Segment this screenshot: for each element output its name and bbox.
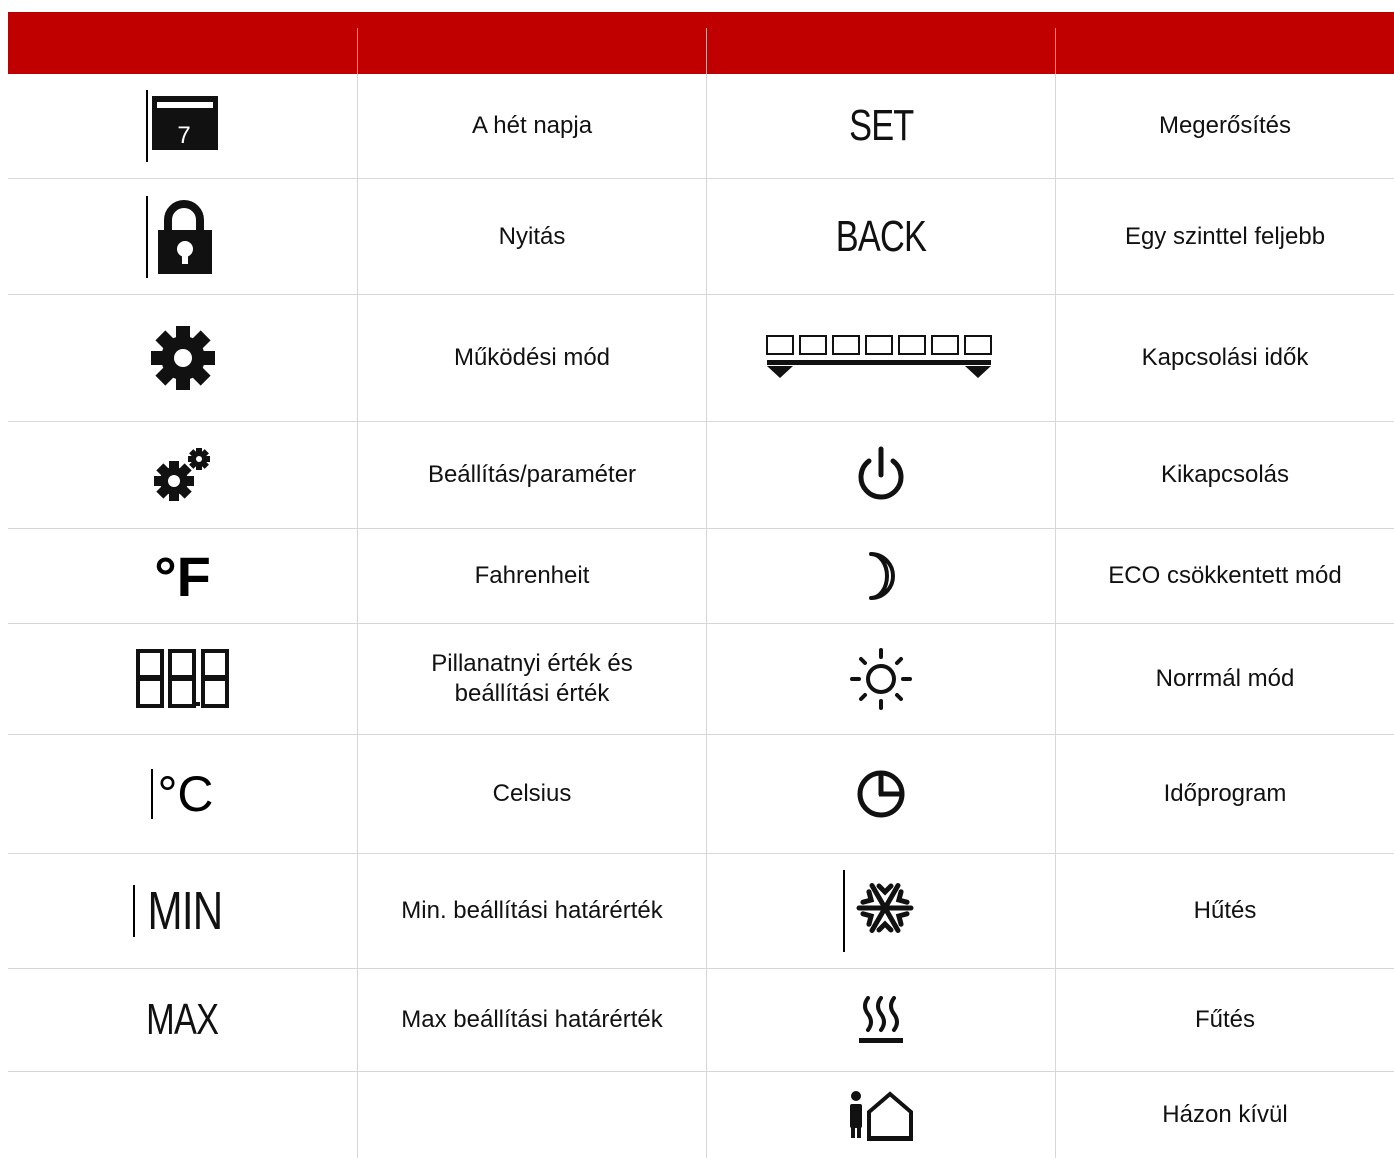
table-cell-icon <box>707 422 1055 528</box>
svg-text:7: 7 <box>177 122 190 149</box>
celsius-icon: °C <box>151 765 214 823</box>
table-cell-icon <box>8 179 357 294</box>
set-text-icon: SET <box>848 101 914 150</box>
table-cell-icon: MAX <box>8 969 357 1071</box>
table-cell-label: ECO csökkentett mód <box>1108 562 1342 589</box>
table-cell-label: Norrmál mód <box>1155 665 1295 692</box>
table-cell-label: Nyitás <box>498 222 566 250</box>
header-divider <box>357 28 358 74</box>
table-cell-label: Kikapcsolás <box>1160 461 1290 488</box>
table-cell-icon <box>707 1072 1055 1158</box>
table-cell-icon <box>8 422 357 528</box>
table-cell-label: Működési mód <box>453 344 611 371</box>
table-cell-icon <box>707 295 1055 421</box>
pillanatnyi-label-text: Pillanatnyi érték és beállítási érték <box>431 650 633 707</box>
table-cell-label: Max beállítási határérték <box>401 1006 663 1033</box>
seven-segment-display-icon <box>135 649 229 708</box>
table-cell-label: Pillanatnyi érték és beállítási érték <box>358 624 706 734</box>
table-cell-icon: °C <box>8 735 357 853</box>
table-cell-icon: °F <box>8 529 357 623</box>
moon-icon <box>869 552 895 600</box>
header-divider <box>1055 28 1056 74</box>
table-cell-icon <box>707 624 1055 734</box>
table-cell-label: Hűtés <box>1193 897 1257 924</box>
table-cell-icon: SET <box>707 74 1055 178</box>
celsius-text: °C <box>157 766 214 822</box>
table-cell-icon: BACK <box>707 179 1055 294</box>
table-cell-icon <box>8 624 357 734</box>
table-cell-label: Fahrenheit <box>474 562 590 589</box>
back-text-icon: BACK <box>835 211 927 261</box>
table-cell-label: Időprogram <box>1163 780 1287 807</box>
table-cell-label: Egy szinttel feljebb <box>1124 222 1326 250</box>
max-text-icon: MAX <box>146 995 219 1044</box>
away-from-home-icon <box>850 1091 913 1141</box>
table-cell-label: Fűtés <box>1194 1006 1256 1033</box>
table-cell-label: Min. beállítási határérték <box>401 897 663 924</box>
table-cell-label: A hét napja <box>471 112 593 139</box>
switching-times-bar-icon <box>766 335 992 378</box>
table-cell-icon <box>707 969 1055 1071</box>
fahrenheit-icon: °F <box>154 544 211 608</box>
gears-icon <box>153 448 210 501</box>
min-text: MIN <box>147 881 223 941</box>
gear-icon <box>150 326 215 390</box>
table-cell-empty <box>8 1072 357 1158</box>
clock-program-icon <box>857 770 905 818</box>
table-cell-icon <box>707 529 1055 623</box>
snowflake-icon <box>843 870 914 952</box>
table-cell-label: Kapcsolási idők <box>1141 344 1309 371</box>
table-cell-label: Celsius <box>492 780 572 807</box>
table-header <box>8 12 1394 74</box>
power-icon <box>858 446 904 500</box>
heating-icon <box>859 996 903 1043</box>
table-cell-label: Megerősítés <box>1158 112 1292 139</box>
table-cell-label: Házon kívül <box>1162 1101 1288 1128</box>
table-cell-icon <box>707 854 1055 968</box>
table-cell-label: Beállítás/paraméter <box>427 461 637 488</box>
table-cell-icon <box>8 295 357 421</box>
table-cell-icon: 7 <box>8 74 357 178</box>
table-cell-icon <box>707 735 1055 853</box>
min-text-icon: MIN <box>132 880 233 942</box>
table-cell-icon: MIN <box>8 854 357 968</box>
table-cell-label <box>358 1072 706 1158</box>
padlock-icon <box>145 195 212 278</box>
calendar-day-icon: 7 <box>145 90 218 162</box>
header-divider <box>706 28 707 74</box>
sun-icon <box>850 648 912 710</box>
